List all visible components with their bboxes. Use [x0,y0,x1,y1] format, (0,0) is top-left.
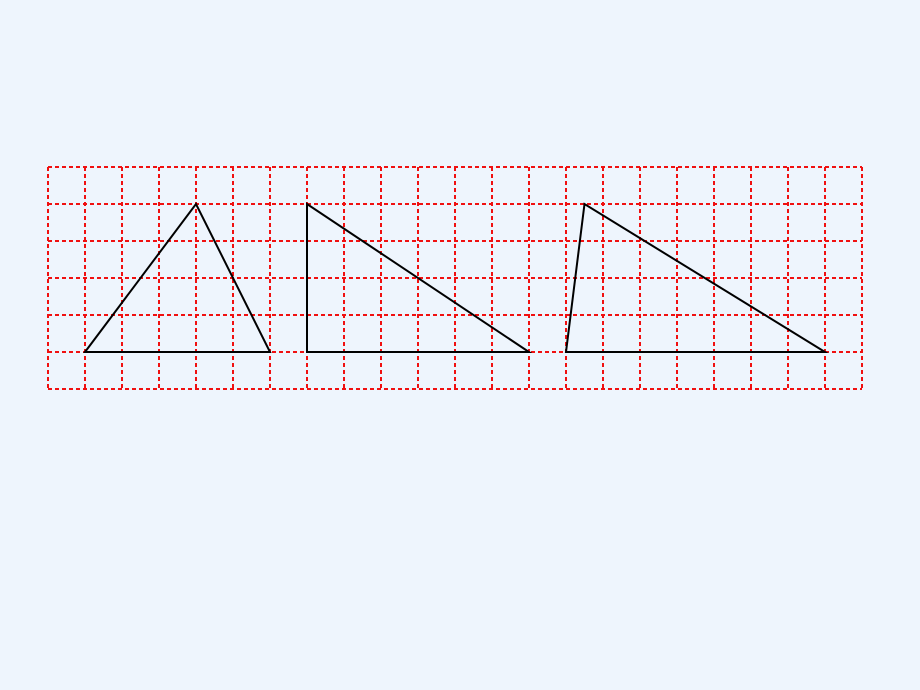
grid [48,167,862,389]
geometry-diagram [0,0,920,690]
